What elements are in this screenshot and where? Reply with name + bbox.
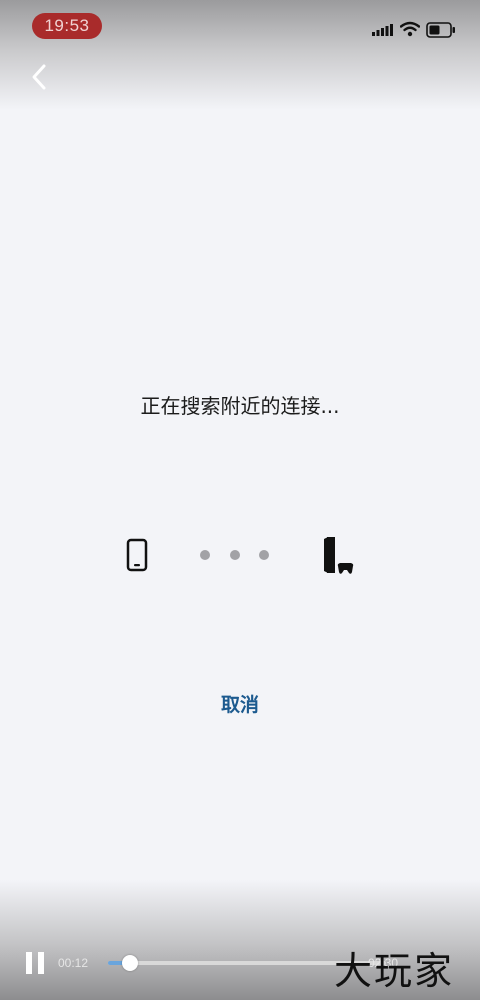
cancel-button[interactable]: 取消 xyxy=(190,688,290,722)
status-bar: 19:53 xyxy=(0,0,480,54)
connection-dot xyxy=(230,550,240,560)
back-button[interactable] xyxy=(24,60,56,94)
searching-message: 正在搜索附近的连接... xyxy=(140,394,340,418)
connection-dot xyxy=(259,550,269,560)
chevron-left-icon xyxy=(32,64,46,90)
pause-button[interactable] xyxy=(26,952,44,974)
wifi-icon xyxy=(400,21,420,37)
signal-icon xyxy=(372,24,393,36)
phone-icon xyxy=(126,538,148,572)
console-icon xyxy=(324,537,354,574)
status-time: 19:53 xyxy=(32,13,102,39)
watermark-logo: 大玩家 xyxy=(334,949,455,993)
elapsed-time: 00:12 xyxy=(58,956,89,970)
connection-dot xyxy=(200,550,210,560)
battery-icon xyxy=(426,22,455,38)
